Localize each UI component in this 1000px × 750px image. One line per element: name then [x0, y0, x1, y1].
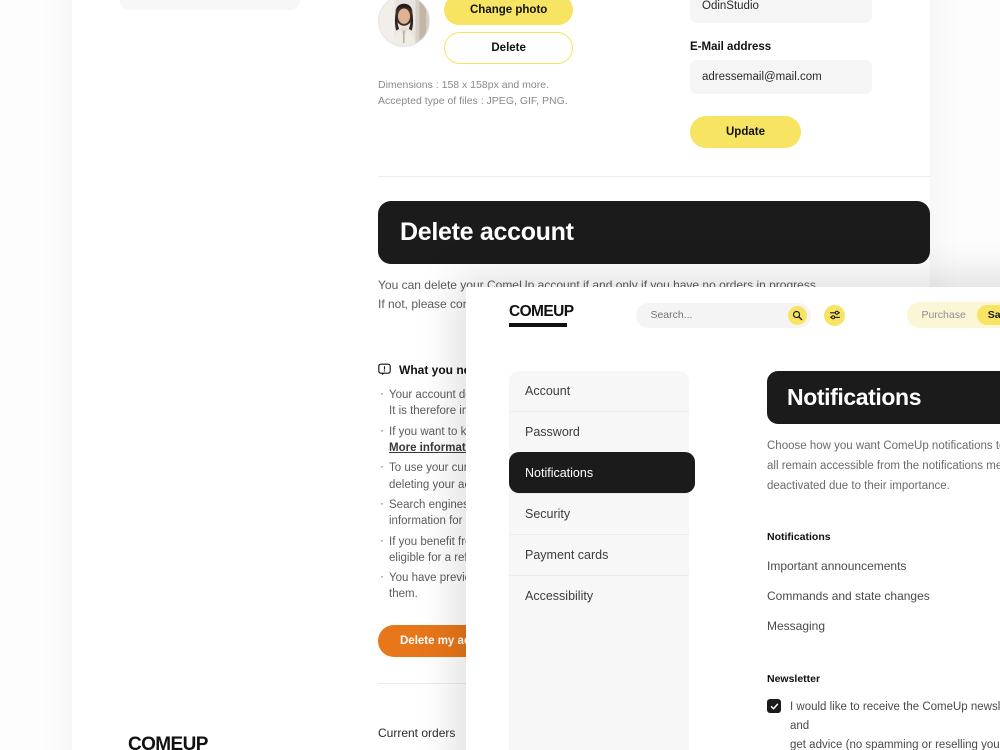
newsletter-line-2: get advice (no spamming or reselling you… — [790, 739, 1000, 750]
notifications-intro: Choose how you want ComeUp notifications… — [767, 436, 1000, 496]
notification-row-commands[interactable]: Commands and state changes — [767, 589, 1000, 603]
sidebar-item-security[interactable]: Security — [509, 493, 689, 534]
sidebar-item-payment-cards[interactable]: Payment cards — [509, 534, 689, 575]
profile-picture-row: Change photo Delete — [378, 0, 628, 64]
logo-text: COMEUP — [509, 303, 574, 321]
change-photo-button[interactable]: Change photo — [444, 0, 574, 25]
sidebar-item-label: Notifications — [525, 466, 594, 480]
profile-picture-block: Profile picture — [378, 0, 628, 148]
delete-photo-button[interactable]: Delete — [444, 32, 574, 64]
segment-purchase[interactable]: Purchase — [910, 305, 976, 325]
background-sidebar[interactable]: Accessibility — [120, 0, 300, 10]
sliders-glyph — [829, 310, 840, 320]
notification-row-announcements[interactable]: Important announcements — [767, 559, 1000, 573]
background-footer-logo: COMEUP — [128, 734, 208, 750]
overlay-body: Account Password Notifications Security … — [466, 343, 1000, 750]
search-input[interactable] — [650, 309, 789, 321]
email-label: E-Mail address — [690, 41, 772, 53]
sidebar-item-password[interactable]: Password — [509, 411, 689, 452]
update-account-button[interactable]: Update — [690, 116, 801, 148]
email-input[interactable] — [690, 60, 872, 94]
picture-hints: Dimensions : 158 x 158px and more. Accep… — [378, 78, 628, 110]
newsletter-optin-text: I would like to receive the ComeUp newsl… — [790, 698, 1000, 750]
search-bar[interactable] — [636, 302, 812, 328]
sidebar-item-account[interactable]: Account — [509, 371, 689, 411]
notifications-heading: Notifications — [767, 371, 1000, 424]
notification-row-messaging[interactable]: Messaging — [767, 619, 1000, 633]
avatar-photo — [379, 0, 429, 46]
overlay-browser-window: COMEUP Search... Purchase Sa Account Pas… — [466, 287, 1000, 750]
dimensions-hint: Dimensions : 158 x 158px and more. — [378, 79, 550, 91]
magnifier-glyph — [793, 310, 803, 320]
avatar — [378, 0, 430, 47]
newsletter-checkbox[interactable] — [767, 699, 781, 714]
sidebar-item-label: Payment cards — [525, 548, 609, 562]
account-form: Profile picture — [378, 0, 930, 148]
profile-picture-actions: Change photo Delete — [444, 0, 574, 64]
search-icon[interactable] — [788, 305, 808, 325]
section-divider — [378, 176, 930, 177]
logo-underline — [509, 323, 567, 327]
intro-line-2: all remain accessible from the notificat… — [767, 460, 1000, 473]
notification-row-label: Messaging — [767, 619, 826, 634]
filter-sliders-icon[interactable] — [824, 304, 846, 326]
purchase-sale-toggle[interactable]: Purchase Sale — [907, 302, 1000, 328]
background-logo-text: COMEUP — [128, 734, 208, 750]
sidebar-item-accessibility[interactable]: Accessibility — [120, 0, 300, 10]
overlay-header: COMEUP Search... Purchase Sa — [466, 287, 1000, 343]
check-icon — [770, 703, 778, 710]
sidebar-item-label: Security — [525, 507, 571, 521]
filetypes-hint: Accepted type of files : JPEG, GIF, PNG. — [378, 94, 568, 107]
notification-row-label: Important announcements — [767, 559, 907, 574]
newsletter-optin-row[interactable]: I would like to receive the ComeUp newsl… — [767, 698, 1000, 750]
segment-sale[interactable]: Sale — [976, 305, 1000, 325]
sidebar-item-label: Accessibility — [525, 589, 594, 603]
notifications-panel: Notifications Choose how you want ComeUp… — [767, 371, 1000, 750]
newsletter-section-title: Newsletter — [767, 673, 821, 686]
notification-row-label: Commands and state changes — [767, 589, 930, 604]
username-input[interactable] — [690, 0, 872, 23]
overlay-settings-sidebar[interactable]: Account Password Notifications Security … — [509, 371, 695, 750]
sidebar-item-accessibility[interactable]: Accessibility — [509, 575, 689, 616]
bullet-line-2: them. — [389, 588, 418, 601]
sidebar-item-label: Password — [525, 425, 580, 439]
account-fields: Username E-Mail address Update — [690, 0, 872, 148]
notifications-section-title: Notifications — [767, 531, 831, 544]
screen-canvas: Accessibility Profile picture — [0, 0, 1000, 750]
comeup-logo[interactable]: COMEUP — [509, 303, 574, 327]
intro-line-3: deactivated due to their importance. — [767, 480, 950, 493]
intro-line-1: Choose how you want ComeUp notifications… — [767, 440, 1000, 452]
newsletter-line-1: I would like to receive the ComeUp newsl… — [790, 701, 1000, 733]
delete-account-heading: Delete account — [378, 201, 930, 264]
warning-chat-icon — [378, 364, 391, 376]
sidebar-item-notifications[interactable]: Notifications — [509, 452, 695, 493]
sidebar-item-label: Account — [525, 384, 571, 398]
